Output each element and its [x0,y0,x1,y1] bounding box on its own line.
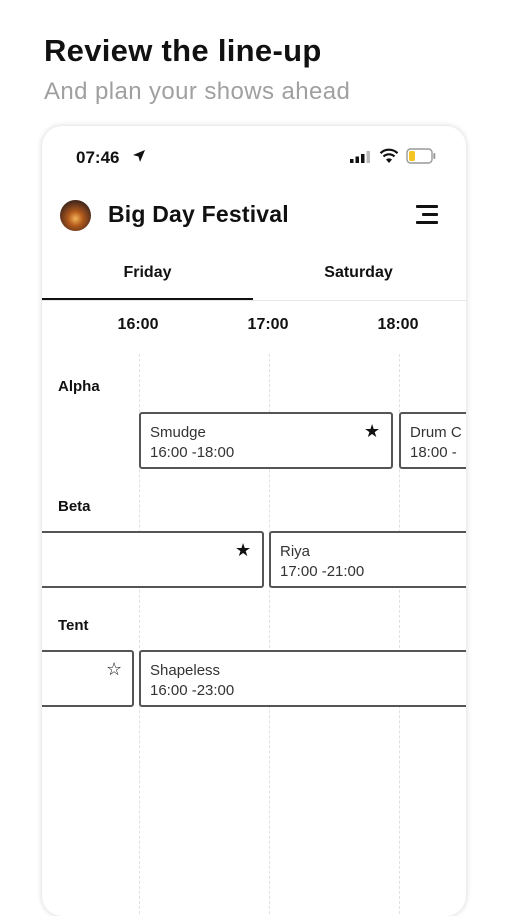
event-card[interactable]: Drum C 18:00 - [399,412,466,469]
festival-logo [60,200,91,231]
battery-icon [406,148,436,164]
event-card[interactable]: Shapeless 16:00 -23:00 [139,650,466,707]
promo-subtitle: And plan your shows ahead [44,78,351,105]
stage-label-tent: Tent [58,617,89,634]
app-header: Big Day Festival [42,188,466,244]
time-label: 17:00 [247,316,289,333]
signal-icon [350,151,370,163]
star-filled-icon[interactable]: ★ [235,541,251,559]
status-time: 07:46 [76,148,120,167]
event-card[interactable]: ☆ [42,650,134,707]
tab-saturday[interactable]: Saturday [253,256,464,298]
event-name: Smudge [150,424,206,441]
phone-frame: 07:46 Big Day Festival Friday Saturday 1… [42,126,466,916]
star-outline-icon[interactable]: ☆ [106,660,122,678]
event-name: Shapeless [150,662,221,679]
tab-friday[interactable]: Friday [42,256,253,300]
hamburger-menu-icon[interactable] [416,202,442,228]
schedule-timeline: 16:00 17:00 18:00 Alpha Smudge 16:00 -18… [42,302,466,916]
event-card[interactable]: ★ [42,531,264,588]
event-time: 18:00 - [410,444,457,461]
event-time: 16:00 -18:00 [150,444,235,461]
time-label: 18:00 [377,316,419,333]
event-card[interactable]: Riya 17:00 -21:00 [269,531,466,588]
app-title: Big Day Festival [108,201,289,227]
stage-label-alpha: Alpha [58,378,100,395]
event-name: Drum C [410,424,462,441]
wifi-icon [379,148,399,163]
event-time: 16:00 -23:00 [150,682,235,699]
day-tabs: Friday Saturday [42,256,466,301]
time-label: 16:00 [117,316,159,333]
status-bar: 07:46 [42,126,466,190]
event-name: Riya [280,543,311,560]
stage-label-beta: Beta [58,498,91,515]
promo-title: Review the line-up [44,33,322,68]
event-time: 17:00 -21:00 [280,563,365,580]
event-card[interactable]: Smudge 16:00 -18:00 ★ [139,412,393,469]
star-filled-icon[interactable]: ★ [364,422,380,440]
location-arrow-icon [133,150,145,162]
